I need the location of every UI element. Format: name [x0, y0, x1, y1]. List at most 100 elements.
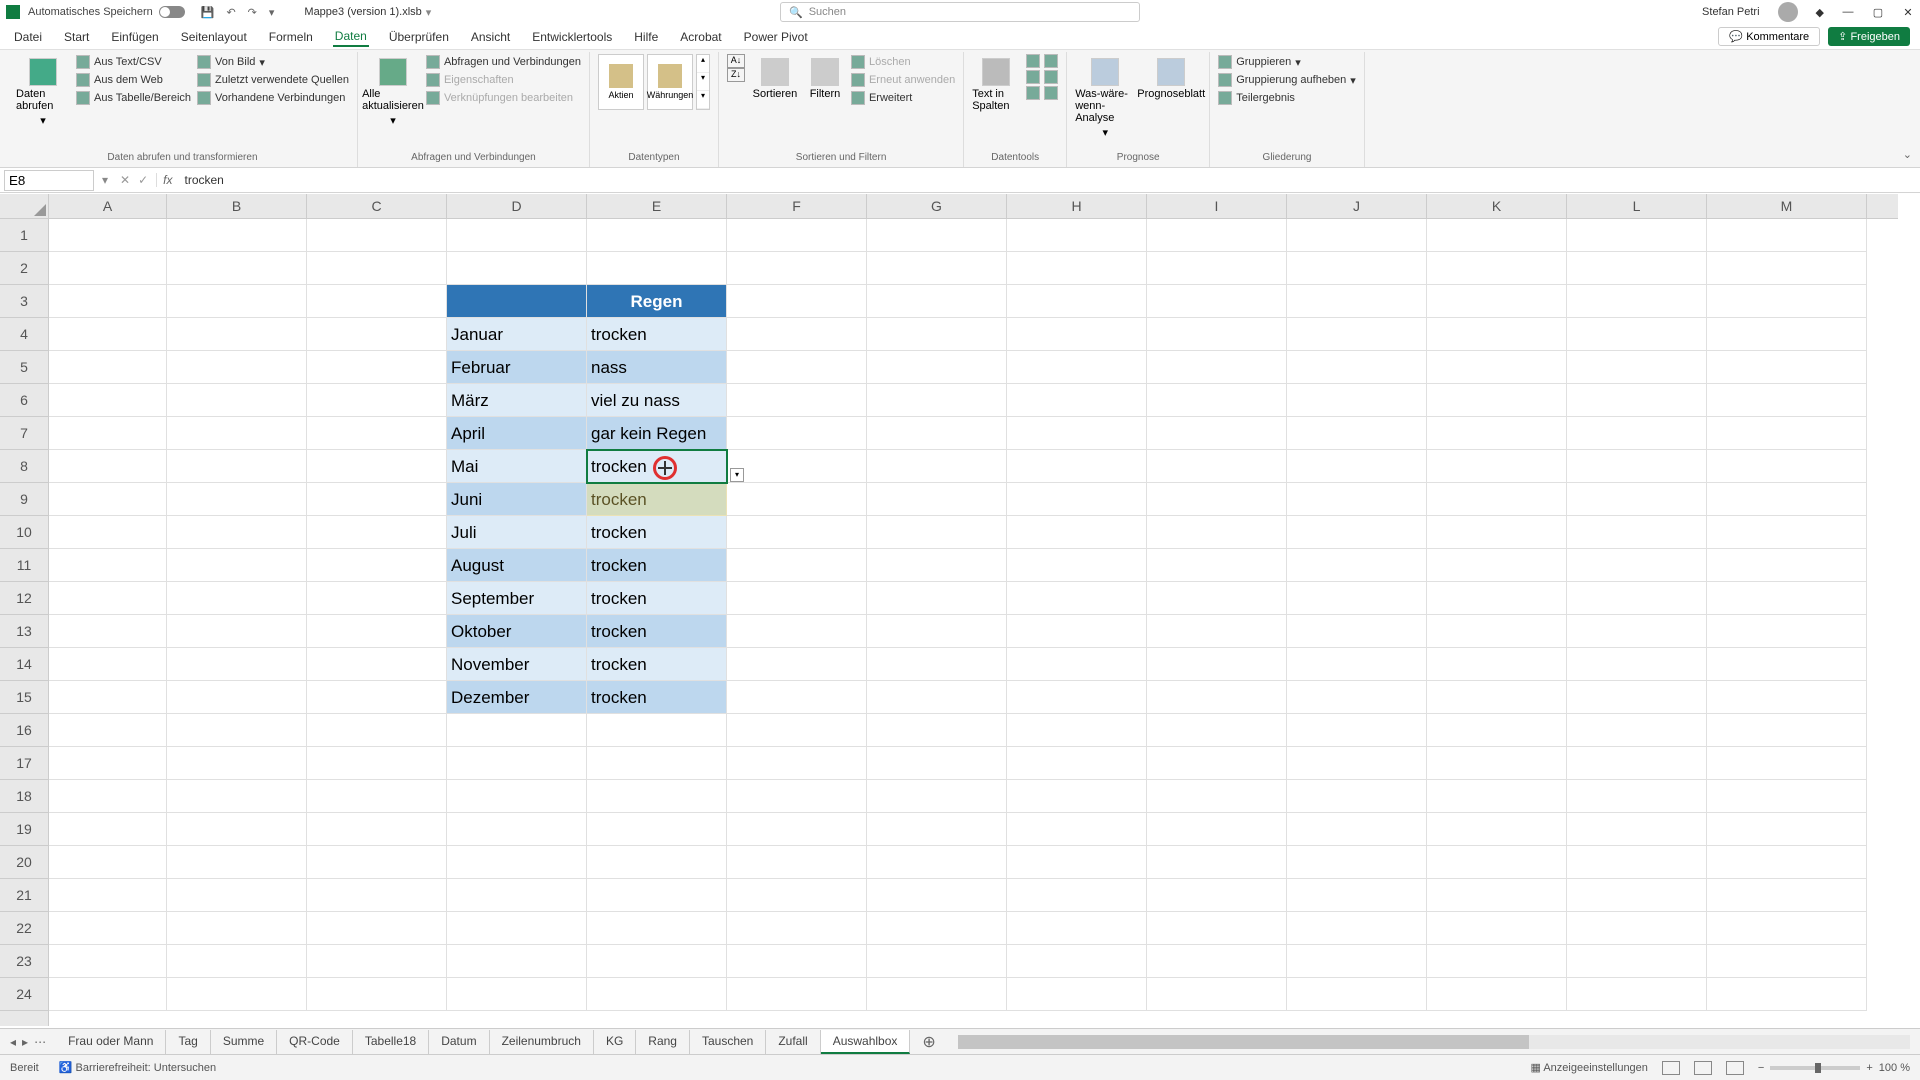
- cell-M12[interactable]: [1707, 582, 1867, 615]
- cell-C4[interactable]: [307, 318, 447, 351]
- cell-E14[interactable]: trocken: [587, 648, 727, 681]
- tab-acrobat[interactable]: Acrobat: [678, 28, 723, 46]
- gallery-more-icon[interactable]: ▾: [697, 91, 709, 109]
- cell-F23[interactable]: [727, 945, 867, 978]
- autosave[interactable]: Automatisches Speichern: [28, 6, 185, 18]
- cell-F2[interactable]: [727, 252, 867, 285]
- cell-J17[interactable]: [1287, 747, 1427, 780]
- cell-L12[interactable]: [1567, 582, 1707, 615]
- cell-H11[interactable]: [1007, 549, 1147, 582]
- normal-view-icon[interactable]: [1662, 1061, 1680, 1075]
- cell-K8[interactable]: [1427, 450, 1567, 483]
- cell-A9[interactable]: [49, 483, 167, 516]
- cell-F22[interactable]: [727, 912, 867, 945]
- sheet-prev-icon[interactable]: ▸: [22, 1035, 28, 1049]
- cell-M20[interactable]: [1707, 846, 1867, 879]
- row-2[interactable]: 2: [0, 252, 48, 285]
- cell-F13[interactable]: [727, 615, 867, 648]
- cell-I18[interactable]: [1147, 780, 1287, 813]
- cell-B9[interactable]: [167, 483, 307, 516]
- cell-J3[interactable]: [1287, 285, 1427, 318]
- cell-J16[interactable]: [1287, 714, 1427, 747]
- cell-J1[interactable]: [1287, 219, 1427, 252]
- cell-F7[interactable]: [727, 417, 867, 450]
- cell-A19[interactable]: [49, 813, 167, 846]
- row-24[interactable]: 24: [0, 978, 48, 1011]
- select-all-corner[interactable]: [0, 194, 49, 219]
- minimize-button[interactable]: —: [1842, 6, 1854, 18]
- cell-G4[interactable]: [867, 318, 1007, 351]
- cell-A4[interactable]: [49, 318, 167, 351]
- cell-B10[interactable]: [167, 516, 307, 549]
- cell-M8[interactable]: [1707, 450, 1867, 483]
- cell-C2[interactable]: [307, 252, 447, 285]
- cell-G10[interactable]: [867, 516, 1007, 549]
- cell-G5[interactable]: [867, 351, 1007, 384]
- formula-input[interactable]: trocken: [179, 173, 1920, 187]
- cell-E22[interactable]: [587, 912, 727, 945]
- sheet-datum[interactable]: Datum: [429, 1030, 489, 1054]
- cell-F17[interactable]: [727, 747, 867, 780]
- cell-E10[interactable]: trocken: [587, 516, 727, 549]
- cell-B20[interactable]: [167, 846, 307, 879]
- gallery-up-icon[interactable]: ▴: [697, 55, 709, 73]
- cell-I5[interactable]: [1147, 351, 1287, 384]
- cell-M2[interactable]: [1707, 252, 1867, 285]
- cell-D7[interactable]: April: [447, 417, 587, 450]
- cell-A14[interactable]: [49, 648, 167, 681]
- cell-A2[interactable]: [49, 252, 167, 285]
- cell-E21[interactable]: [587, 879, 727, 912]
- cell-D5[interactable]: Februar: [447, 351, 587, 384]
- cell-G2[interactable]: [867, 252, 1007, 285]
- cell-B15[interactable]: [167, 681, 307, 714]
- cell-I16[interactable]: [1147, 714, 1287, 747]
- cell-F9[interactable]: [727, 483, 867, 516]
- cell-B3[interactable]: [167, 285, 307, 318]
- cell-M14[interactable]: [1707, 648, 1867, 681]
- cell-I4[interactable]: [1147, 318, 1287, 351]
- cell-M5[interactable]: [1707, 351, 1867, 384]
- cell-L9[interactable]: [1567, 483, 1707, 516]
- cell-M23[interactable]: [1707, 945, 1867, 978]
- group-button[interactable]: Gruppieren ▾: [1218, 54, 1356, 70]
- cell-L21[interactable]: [1567, 879, 1707, 912]
- cell-K3[interactable]: [1427, 285, 1567, 318]
- cell-J21[interactable]: [1287, 879, 1427, 912]
- cell-E11[interactable]: trocken: [587, 549, 727, 582]
- cell-K24[interactable]: [1427, 978, 1567, 1011]
- cell-B18[interactable]: [167, 780, 307, 813]
- cell-M6[interactable]: [1707, 384, 1867, 417]
- cell-D17[interactable]: [447, 747, 587, 780]
- cell-I8[interactable]: [1147, 450, 1287, 483]
- sheet-zufall[interactable]: Zufall: [766, 1030, 820, 1054]
- cell-H19[interactable]: [1007, 813, 1147, 846]
- cell-G3[interactable]: [867, 285, 1007, 318]
- cell-K14[interactable]: [1427, 648, 1567, 681]
- cell-K9[interactable]: [1427, 483, 1567, 516]
- cell-M18[interactable]: [1707, 780, 1867, 813]
- autosave-toggle[interactable]: [159, 6, 185, 18]
- cell-A12[interactable]: [49, 582, 167, 615]
- cell-B11[interactable]: [167, 549, 307, 582]
- cell-M16[interactable]: [1707, 714, 1867, 747]
- cell-L15[interactable]: [1567, 681, 1707, 714]
- cell-H12[interactable]: [1007, 582, 1147, 615]
- cell-J23[interactable]: [1287, 945, 1427, 978]
- cell-H24[interactable]: [1007, 978, 1147, 1011]
- cell-E3[interactable]: Regen: [587, 285, 727, 318]
- tab-power pivot[interactable]: Power Pivot: [742, 28, 810, 46]
- flash-fill-icon[interactable]: [1026, 54, 1040, 68]
- cell-H7[interactable]: [1007, 417, 1147, 450]
- cell-E8[interactable]: trocken: [587, 450, 727, 483]
- cell-K19[interactable]: [1427, 813, 1567, 846]
- sheet-first-icon[interactable]: ◂: [10, 1035, 16, 1049]
- cell-B6[interactable]: [167, 384, 307, 417]
- row-22[interactable]: 22: [0, 912, 48, 945]
- cell-B21[interactable]: [167, 879, 307, 912]
- cell-K7[interactable]: [1427, 417, 1567, 450]
- cell-G18[interactable]: [867, 780, 1007, 813]
- cell-C22[interactable]: [307, 912, 447, 945]
- col-G[interactable]: G: [867, 194, 1007, 218]
- cell-B8[interactable]: [167, 450, 307, 483]
- subtotal-button[interactable]: Teilergebnis: [1218, 90, 1356, 106]
